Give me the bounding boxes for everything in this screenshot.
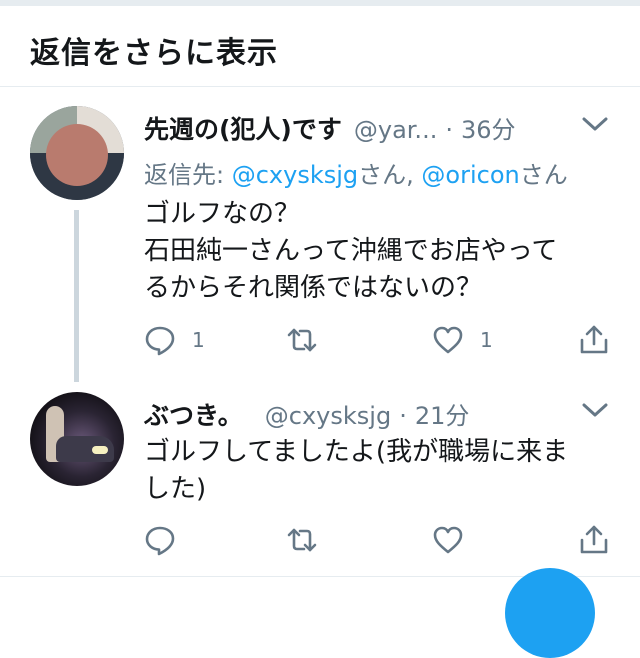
avatar[interactable] <box>30 392 124 486</box>
display-name[interactable]: ぶつき。 <box>144 396 243 432</box>
like-icon <box>433 526 463 554</box>
share-icon <box>580 525 608 554</box>
compose-fab-button[interactable] <box>505 568 595 658</box>
reply-button[interactable] <box>144 520 192 560</box>
retweet-icon <box>287 528 317 552</box>
reply-icon <box>145 526 175 556</box>
user-handle[interactable]: @cxysksjg <box>265 402 391 430</box>
separator-dot: · <box>399 402 407 430</box>
like-button[interactable] <box>432 520 480 560</box>
tweet-text: ゴルフしてましたよ(我が職場に来ま した) <box>144 437 569 504</box>
retweet-button[interactable] <box>286 520 318 560</box>
tweet-2[interactable]: ぶつき。 @cxysksjg · 21分 ゴルフしてましたよ(我が職場に来ま し… <box>0 0 640 586</box>
chevron-down-icon[interactable] <box>582 402 608 418</box>
share-button[interactable] <box>578 520 610 560</box>
timestamp[interactable]: 21分 <box>415 396 470 431</box>
action-bar <box>144 520 614 560</box>
tweet-header: ぶつき。 @cxysksjg · 21分 <box>144 396 469 432</box>
